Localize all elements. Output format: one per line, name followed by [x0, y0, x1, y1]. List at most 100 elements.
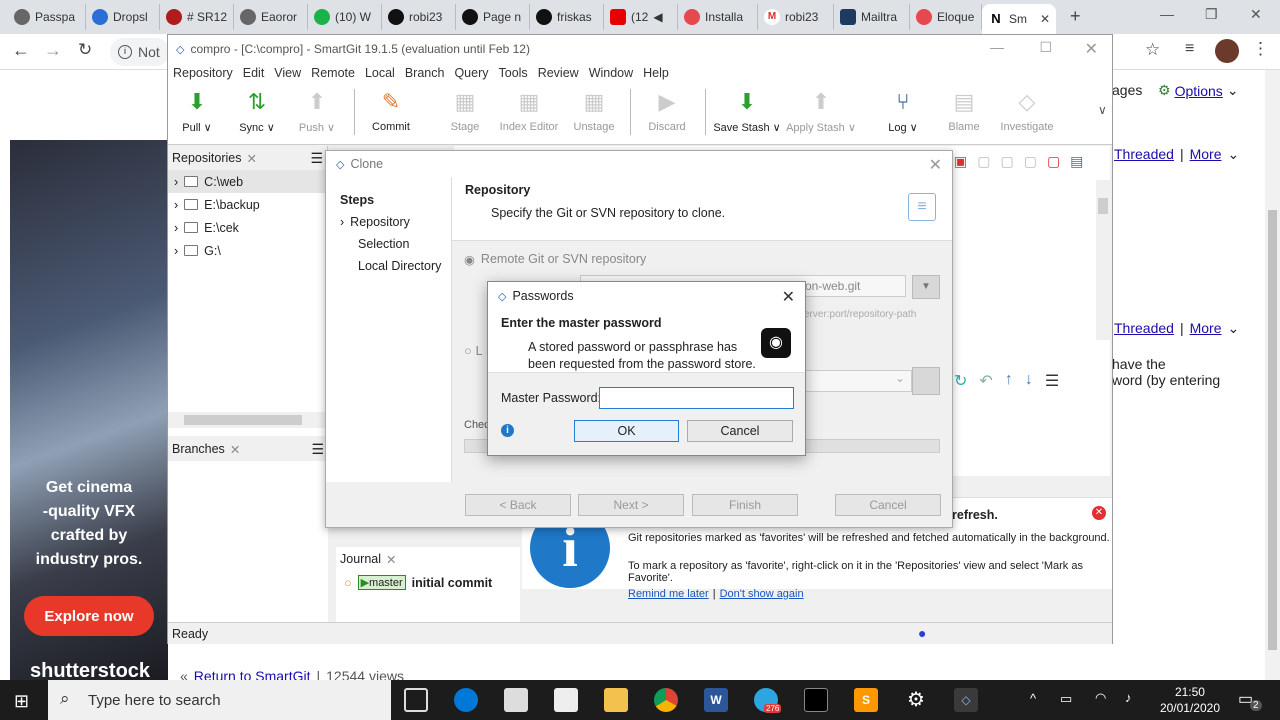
windows-start-icon[interactable]: ⊞	[14, 691, 29, 712]
browser-tab[interactable]: (12 ◀	[604, 4, 678, 30]
close-icon[interactable]: ✕	[246, 151, 256, 166]
log-button[interactable]: ⑂ Log ∨	[868, 87, 938, 134]
options-link[interactable]: ⚙ Options ⌄	[1158, 82, 1239, 99]
menu-remote[interactable]: Remote	[306, 66, 360, 80]
discard-button[interactable]: ▶ Discard	[632, 87, 702, 133]
arrow-up-icon[interactable]: ↑	[1005, 371, 1013, 391]
reading-list-icon[interactable]: ≡	[1185, 40, 1194, 58]
battery-icon[interactable]: ▭	[1060, 691, 1072, 707]
local-repo-radio[interactable]: ○ L	[464, 344, 483, 358]
menu-edit[interactable]: Edit	[238, 66, 270, 80]
settings-gear-icon[interactable]: ⚙	[904, 688, 928, 712]
tray-chevron-icon[interactable]: ^	[1030, 691, 1036, 706]
horizontal-scrollbar[interactable]	[168, 412, 328, 428]
hamburger-icon[interactable]: ☰	[310, 150, 323, 167]
remind-later-link[interactable]: Remind me later	[628, 588, 709, 600]
browser-tab[interactable]: # SR12	[160, 4, 234, 30]
browser-tab[interactable]: friskas	[530, 4, 604, 30]
repo-item[interactable]: › E:\cek	[168, 216, 327, 239]
file-icon[interactable]: ▢	[1047, 153, 1060, 170]
sublime-icon[interactable]: S	[854, 688, 878, 712]
mail-icon[interactable]	[504, 688, 528, 712]
chevron-right-icon[interactable]: ›	[174, 244, 178, 258]
arrow-down-icon[interactable]: ↓	[1025, 371, 1033, 391]
chevron-right-icon[interactable]: ›	[174, 175, 178, 189]
ok-button[interactable]: OK	[574, 420, 679, 442]
menu-local[interactable]: Local	[360, 66, 400, 80]
chrome-icon[interactable]	[654, 688, 678, 712]
chevron-down-icon[interactable]: ∨	[1098, 103, 1107, 117]
menu-review[interactable]: Review	[533, 66, 584, 80]
close-icon[interactable]: ✕	[1040, 12, 1050, 26]
browser-tab[interactable]: Eloque	[910, 4, 982, 30]
browse-folder-button[interactable]	[912, 367, 940, 395]
repo-item[interactable]: › G:\	[168, 239, 327, 262]
terminal-icon[interactable]	[804, 688, 828, 712]
file-icon[interactable]: ▢	[977, 153, 990, 170]
threaded-link[interactable]: Threaded	[1114, 146, 1174, 163]
menu-query[interactable]: Query	[449, 66, 493, 80]
repo-item[interactable]: › C:\web	[168, 170, 327, 193]
explore-now-button[interactable]: Explore now	[24, 596, 154, 636]
browser-tab[interactable]: Mrobi23	[758, 4, 834, 30]
menu-repository[interactable]: Repository	[168, 66, 238, 80]
undo-icon[interactable]: ↶	[979, 371, 992, 391]
browser-tab[interactable]: Installa	[678, 4, 758, 30]
file-icon[interactable]: ▢	[1000, 153, 1013, 170]
word-icon[interactable]: W	[704, 688, 728, 712]
star-icon[interactable]: ☆	[1145, 40, 1160, 60]
clock[interactable]: 21:50 20/01/2020	[1160, 684, 1220, 716]
dont-show-again-link[interactable]: Don't show again	[720, 588, 804, 600]
file-icon[interactable]: ▤	[1070, 153, 1083, 170]
browser-tab[interactable]: Passpa	[8, 4, 86, 30]
master-password-input[interactable]	[599, 387, 794, 409]
back-button[interactable]: < Back	[465, 494, 571, 516]
more-link[interactable]: More	[1190, 320, 1222, 337]
edge-icon[interactable]	[454, 688, 478, 712]
vertical-scrollbar[interactable]	[1096, 180, 1110, 340]
stage-button[interactable]: ▦ Stage	[430, 87, 500, 133]
file-icon[interactable]: ▣	[954, 153, 967, 170]
reload-icon[interactable]: ↻	[78, 40, 92, 60]
step-repository[interactable]: › Repository	[340, 215, 451, 237]
browser-tab[interactable]: (10) W	[308, 4, 382, 30]
browser-tab[interactable]: Page n	[456, 4, 530, 30]
back-icon[interactable]: ←	[12, 40, 30, 61]
commit-button[interactable]: ✎ Commit	[356, 87, 426, 133]
cancel-button[interactable]: Cancel	[835, 494, 941, 516]
unstage-button[interactable]: ▦ Unstage	[559, 87, 629, 133]
close-icon[interactable]: ✕	[782, 287, 795, 307]
chevron-right-icon[interactable]: ›	[174, 221, 178, 235]
menu-branch[interactable]: Branch	[400, 66, 450, 80]
browser-tab-active[interactable]: N Sm ✕	[982, 4, 1056, 34]
scrollbar-thumb[interactable]	[1098, 198, 1108, 214]
avatar[interactable]	[1215, 39, 1239, 63]
save-stash-button[interactable]: ⬇ Save Stash ∨	[712, 87, 782, 134]
menu-help[interactable]: Help	[638, 66, 674, 80]
address-bar[interactable]: i Not	[110, 38, 170, 66]
file-explorer-icon[interactable]	[604, 688, 628, 712]
telegram-icon[interactable]: 276	[754, 688, 782, 713]
apply-stash-button[interactable]: ⬆ Apply Stash ∨	[786, 87, 856, 134]
volume-icon[interactable]: ♪	[1125, 690, 1132, 705]
ad-banner[interactable]: Get cinema -quality VFX crafted by indus…	[10, 140, 168, 682]
browser-tab[interactable]: Dropsl	[86, 4, 160, 30]
remote-repo-radio[interactable]: ◉ Remote Git or SVN repository	[464, 252, 646, 267]
refresh-icon[interactable]: ↻	[954, 371, 967, 391]
close-icon[interactable]: ✕	[1092, 506, 1106, 520]
menu-tools[interactable]: Tools	[494, 66, 533, 80]
blame-button[interactable]: ▤ Blame	[929, 87, 999, 133]
push-button[interactable]: ⬆ Push ∨	[282, 87, 352, 134]
new-tab-button[interactable]: +	[1070, 6, 1081, 27]
forward-icon[interactable]: →	[44, 40, 62, 61]
chat-icon[interactable]: ●	[918, 625, 926, 641]
store-icon[interactable]	[554, 688, 578, 712]
hamburger-icon[interactable]: ☰	[1045, 371, 1059, 391]
close-icon[interactable]: ✕	[230, 442, 240, 457]
browser-tab[interactable]: Mailtra	[834, 4, 910, 30]
minimize-icon[interactable]: —	[1160, 6, 1174, 22]
menu-view[interactable]: View	[269, 66, 306, 80]
scrollbar-thumb[interactable]	[1268, 210, 1277, 650]
minimize-icon[interactable]: —	[990, 39, 1004, 55]
close-icon[interactable]: ✕	[929, 155, 942, 175]
